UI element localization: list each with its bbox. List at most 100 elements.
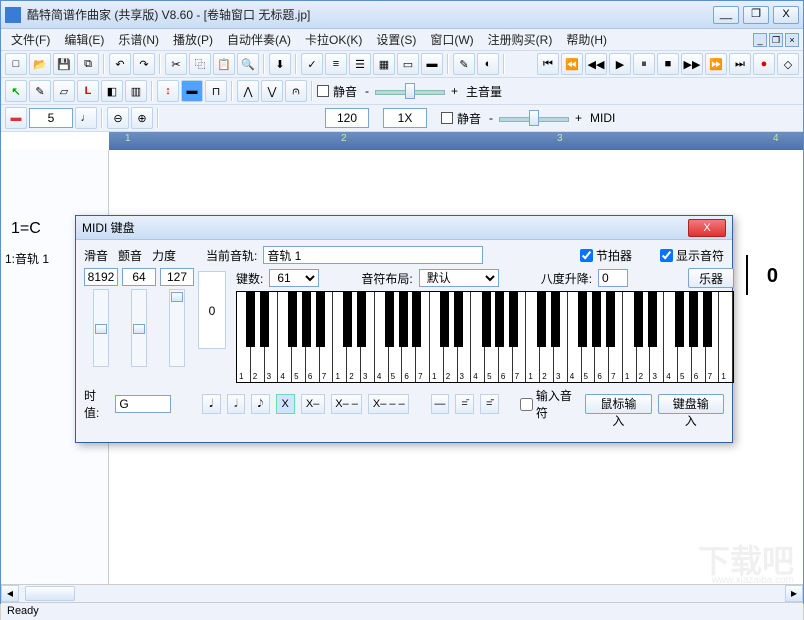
black-key[interactable] [357, 292, 366, 347]
tool5-icon[interactable]: ◧ [101, 80, 123, 102]
keys-select[interactable]: 61 [269, 269, 319, 287]
note-btn-3[interactable]: 𝅘𝅥𝅮 [251, 394, 270, 414]
black-key[interactable] [648, 292, 657, 347]
mdi-minimize[interactable]: _ [753, 33, 767, 47]
fwd-icon[interactable]: ▶▶ [681, 53, 703, 75]
piano-keyboard[interactable]: 123456712345671234567123456712345671 [236, 291, 734, 383]
menu-karaoke[interactable]: 卡拉OK(K) [299, 29, 368, 50]
menu-edit[interactable]: 编辑(E) [58, 29, 110, 50]
mdi-close[interactable]: × [785, 33, 799, 47]
black-key[interactable] [537, 292, 546, 347]
mute1-checkbox[interactable] [317, 85, 329, 97]
velocity-slider[interactable] [169, 289, 185, 367]
black-key[interactable] [385, 292, 394, 347]
brush-icon[interactable]: ✎ [453, 53, 475, 75]
bluebox-icon[interactable]: ▬ [181, 80, 203, 102]
find-icon[interactable]: 🔍 [237, 53, 259, 75]
metronome-checkbox[interactable]: 节拍器 [580, 247, 632, 264]
black-key[interactable] [606, 292, 615, 347]
black-key[interactable] [454, 292, 463, 347]
arrow-icon[interactable]: ↖ [5, 80, 27, 102]
hscrollbar[interactable]: ◂ ▸ [1, 584, 803, 602]
new-icon[interactable]: □ [5, 53, 27, 75]
save-icon[interactable]: 💾 [53, 53, 75, 75]
menu-help[interactable]: 帮助(H) [560, 29, 613, 50]
black-key[interactable] [316, 292, 325, 347]
zoomin-icon[interactable]: ⊕ [131, 107, 153, 129]
note-btn-8[interactable]: — [431, 394, 450, 414]
dialog-titlebar[interactable]: MIDI 键盘 X [76, 216, 732, 240]
note-btn-10[interactable]: =̄̄ [480, 394, 499, 414]
note-btn-1[interactable]: 𝅘𝅥 [202, 394, 221, 414]
open-icon[interactable]: 📂 [29, 53, 51, 75]
grid-icon[interactable]: ▦ [373, 53, 395, 75]
box-icon[interactable]: ▬ [421, 53, 443, 75]
speed-input[interactable] [383, 108, 427, 128]
close-button[interactable]: X [773, 6, 799, 24]
mark-icon[interactable]: ✓ [301, 53, 323, 75]
note-btn-5[interactable]: X– [301, 394, 325, 414]
stop-icon[interactable]: ■ [657, 53, 679, 75]
record-icon[interactable]: ● [753, 53, 775, 75]
black-key[interactable] [343, 292, 352, 347]
show-notes-checkbox[interactable]: 显示音符 [660, 247, 724, 264]
menu-file[interactable]: 文件(F) [5, 29, 56, 50]
pencil-icon[interactable]: ✎ [29, 80, 51, 102]
pitchbend-input[interactable] [84, 268, 118, 286]
pause-icon[interactable]: ⏸ [633, 53, 655, 75]
palette-icon[interactable]: ◐ [477, 53, 499, 75]
white-key[interactable]: 1 [719, 292, 733, 382]
rest-box[interactable]: 0 [198, 271, 226, 349]
note-btn-6[interactable]: X– – [331, 394, 363, 414]
redo-icon[interactable]: ↷ [133, 53, 155, 75]
note-btn-4[interactable]: X [276, 394, 295, 414]
download-icon[interactable]: ⬇ [269, 53, 291, 75]
note-btn-2[interactable]: 𝅗𝅥 [227, 394, 246, 414]
black-key[interactable] [509, 292, 518, 347]
bracket-icon[interactable]: ⊓ [205, 80, 227, 102]
current-track-input[interactable] [263, 246, 483, 264]
menu-window[interactable]: 窗口(W) [424, 29, 479, 50]
merge-icon[interactable]: ⋀ [237, 80, 259, 102]
split-icon[interactable]: ⋁ [261, 80, 283, 102]
black-key[interactable] [703, 292, 712, 347]
black-key[interactable] [495, 292, 504, 347]
pitchbend-slider[interactable] [93, 289, 109, 367]
octave-input[interactable] [598, 269, 628, 287]
rew-icon[interactable]: ◀◀ [585, 53, 607, 75]
ruler[interactable]: 1 2 3 4 [109, 132, 803, 150]
list-icon[interactable]: ☰ [349, 53, 371, 75]
black-key[interactable] [288, 292, 297, 347]
saveall-icon[interactable]: ⧉ [77, 53, 99, 75]
velocity-input[interactable] [160, 268, 194, 286]
midi-volume-slider[interactable] [499, 109, 569, 127]
black-key[interactable] [412, 292, 421, 347]
undo-icon[interactable]: ↶ [109, 53, 131, 75]
paste-icon[interactable]: 📋 [213, 53, 235, 75]
black-key[interactable] [246, 292, 255, 347]
input-note-checkbox[interactable]: 输入音符 [520, 387, 579, 421]
lyric-icon[interactable]: L [77, 80, 99, 102]
redbar-icon[interactable]: ▬ [5, 107, 27, 129]
tool6-icon[interactable]: ▥ [125, 80, 147, 102]
cut-icon[interactable]: ✂ [165, 53, 187, 75]
black-key[interactable] [440, 292, 449, 347]
spin-input[interactable] [29, 108, 73, 128]
black-key[interactable] [302, 292, 311, 347]
dialog-close-button[interactable]: X [688, 219, 726, 237]
vibrato-input[interactable] [122, 268, 156, 286]
black-key[interactable] [260, 292, 269, 347]
black-key[interactable] [634, 292, 643, 347]
prev-icon[interactable]: ⏪ [561, 53, 583, 75]
master-volume-slider[interactable] [375, 82, 445, 100]
last-icon[interactable]: ⏭ [729, 53, 751, 75]
bars-icon[interactable]: ≡ [325, 53, 347, 75]
tuning-icon[interactable]: ♩ [75, 107, 97, 129]
black-key[interactable] [482, 292, 491, 347]
scroll-right-icon[interactable]: ▸ [785, 585, 803, 602]
menu-score[interactable]: 乐谱(N) [112, 29, 165, 50]
menu-play[interactable]: 播放(P) [167, 29, 219, 50]
mdi-restore[interactable]: ❐ [769, 33, 783, 47]
menu-accomp[interactable]: 自动伴奏(A) [221, 29, 297, 50]
mute2-checkbox[interactable] [441, 112, 453, 124]
